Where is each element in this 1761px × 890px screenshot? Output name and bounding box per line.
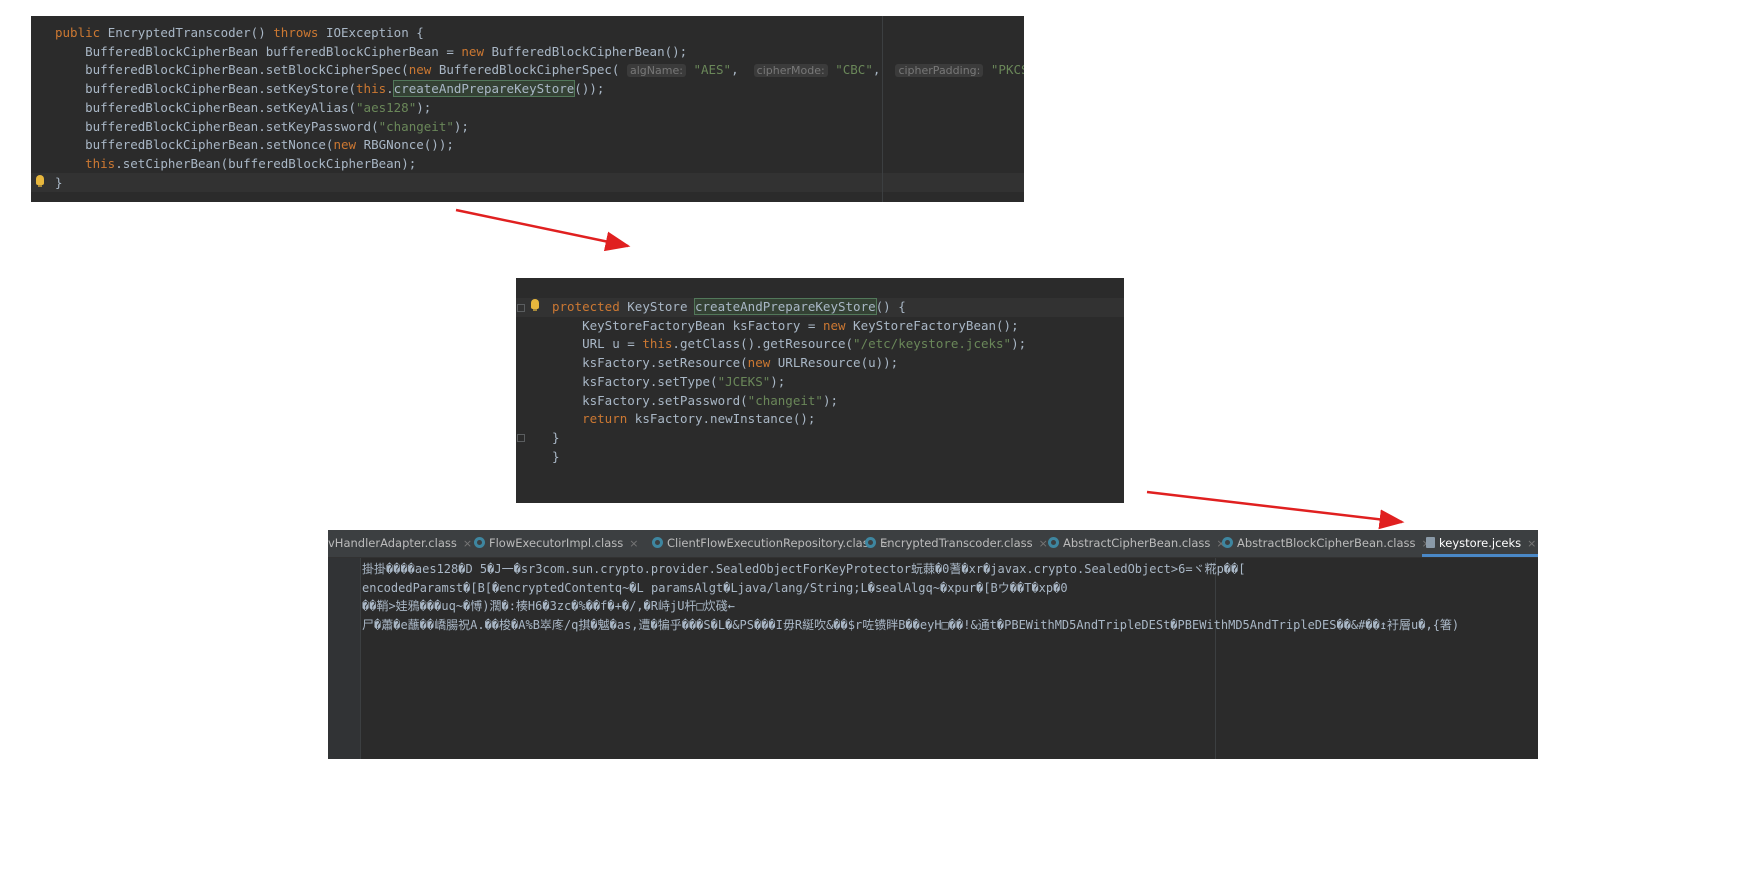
arrow-to-create-keystore [455,208,631,252]
annotation-arrows [455,208,1405,530]
arrow-to-keystore-file [1146,490,1405,530]
